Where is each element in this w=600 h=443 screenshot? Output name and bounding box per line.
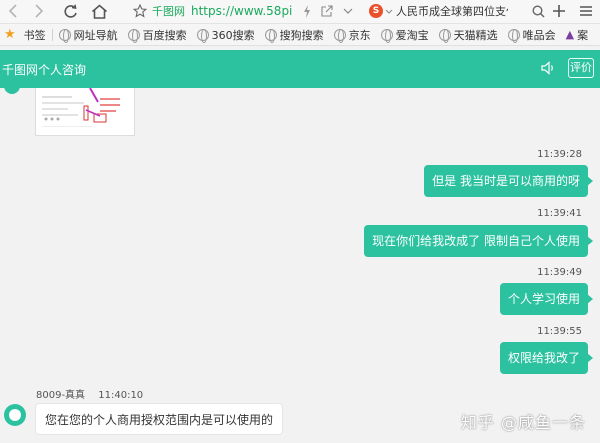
home-icon[interactable] xyxy=(88,0,110,22)
bookmark-item[interactable]: ▲ 案 xyxy=(566,27,588,43)
search-box[interactable]: 人民币成全球第四位支付货 xyxy=(396,0,508,22)
bookmark-item-label: 360搜索 xyxy=(211,28,255,42)
message-time: 11:39:41 xyxy=(537,208,582,219)
sent-message: 但是 我当时是可以商用的呀 xyxy=(424,165,593,197)
message-time: 11:39:49 xyxy=(537,267,582,278)
globe-icon xyxy=(507,28,520,43)
browser-toolbar: 千图网 https://www.58pi S 人民币成全球第四位支付货 xyxy=(0,0,600,24)
bookmark-item[interactable]: 百度搜索 xyxy=(127,27,187,43)
brand-icon: ▲ xyxy=(565,28,575,41)
url-text: https://www.58pi xyxy=(191,4,293,18)
globe-icon xyxy=(58,28,71,43)
share-icon[interactable] xyxy=(320,0,334,22)
url-site-name: 千图网 xyxy=(152,5,185,18)
bookmark-item-label: 搜狗搜索 xyxy=(279,28,324,42)
watermark: 知乎 @咸鱼一条 xyxy=(460,413,586,432)
bookmark-item-label: 网址导航 xyxy=(73,28,118,42)
sent-message: 现在你们给我改成了 限制自己个人使用 xyxy=(364,225,593,257)
bookmark-item-label: 京东 xyxy=(348,28,371,42)
address-bar[interactable]: 千图网 https://www.58pi xyxy=(152,0,292,22)
dropdown-icon[interactable] xyxy=(341,0,355,22)
refresh-icon[interactable] xyxy=(60,0,80,22)
bookmark-item-label: 天猫精选 xyxy=(453,28,498,42)
globe-icon xyxy=(380,28,393,43)
bookmark-item[interactable]: 网址导航 xyxy=(58,27,118,43)
bookmark-star-icon: ★ xyxy=(4,27,16,42)
image-message[interactable] xyxy=(35,88,135,136)
bookmarks-bar: ★ 书签 网址导航 百度搜索 360搜索 搜狗搜索 京东 爱淘宝 天猫精选 唯品… xyxy=(0,24,600,46)
bookmark-item[interactable]: 京东 xyxy=(333,27,371,43)
globe-icon xyxy=(196,28,209,43)
back-icon[interactable] xyxy=(4,0,22,22)
reply-time: 11:40:10 xyxy=(98,390,144,401)
bookmark-item-label: 百度搜索 xyxy=(142,28,187,42)
sent-message: 个人学习使用 xyxy=(499,283,594,315)
chat-messages: 11:39:28 但是 我当时是可以商用的呀 11:39:41 现在你们给我改成… xyxy=(0,88,600,443)
agent-avatar xyxy=(4,88,20,94)
sender-name: 8009-真真 xyxy=(36,390,86,401)
bookmark-label[interactable]: ★ 书签 xyxy=(4,27,46,43)
speaker-icon[interactable] xyxy=(540,60,556,79)
star-outline-icon[interactable] xyxy=(132,0,148,22)
chat-title: 千图网个人咨询 xyxy=(2,63,87,77)
flash-icon[interactable] xyxy=(300,0,314,22)
message-time: 11:39:55 xyxy=(537,326,582,337)
search-engine-logo[interactable]: S xyxy=(368,0,394,22)
message-time: 11:39:28 xyxy=(537,149,582,160)
bookmark-label-text: 书签 xyxy=(23,28,46,42)
sent-message: 权限给我改了 xyxy=(499,342,594,374)
tab-title: 人民币成全球第四位支付货 xyxy=(396,5,508,18)
rate-button[interactable]: 评价 xyxy=(568,58,594,78)
globe-icon xyxy=(264,28,277,43)
bookmark-item[interactable]: 360搜索 xyxy=(196,27,255,43)
bookmark-item-label: 唯品会 xyxy=(522,28,556,42)
globe-icon xyxy=(127,28,140,43)
reply-meta: 8009-真真 11:40:10 xyxy=(36,386,143,401)
bookmark-item[interactable]: 唯品会 xyxy=(507,27,556,43)
new-tab-icon[interactable] xyxy=(550,0,568,22)
bookmark-item[interactable]: 搜狗搜索 xyxy=(264,27,324,43)
menu-icon[interactable] xyxy=(577,0,595,22)
sogou-logo-icon: S xyxy=(369,4,383,18)
received-message: 您在您的个人商用授权范围内是可以使用的 xyxy=(35,403,284,435)
agent-avatar xyxy=(4,404,26,426)
forward-icon[interactable] xyxy=(30,0,48,22)
divider xyxy=(51,28,53,41)
chat-header: 千图网个人咨询 评价 xyxy=(0,50,600,88)
bookmark-item-label: 案 xyxy=(577,28,589,42)
globe-icon xyxy=(333,28,346,43)
bookmark-item[interactable]: 爱淘宝 xyxy=(380,27,429,43)
bookmark-item[interactable]: 天猫精选 xyxy=(438,27,498,43)
screenshot-thumbnail-icon xyxy=(36,88,134,135)
search-icon[interactable] xyxy=(530,0,546,22)
globe-icon xyxy=(438,28,451,43)
bookmark-item-label: 爱淘宝 xyxy=(395,28,429,42)
